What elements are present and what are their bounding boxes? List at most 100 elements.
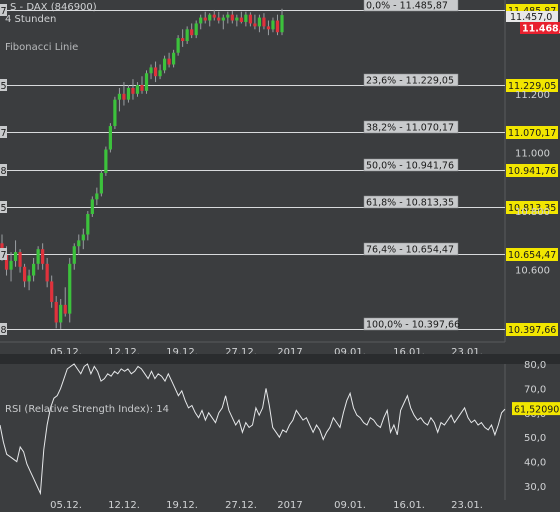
candle-body	[95, 193, 99, 200]
rsi-tick-label: 40,0	[524, 458, 546, 469]
fibonacci-label: 50,0% - 10.941,76	[366, 161, 454, 172]
candle-body	[86, 213, 90, 235]
candle-body	[108, 126, 112, 150]
candle-body	[144, 73, 149, 91]
x-tick-label: 12.12.	[108, 500, 140, 511]
last-price-label: 11.468,5	[522, 24, 560, 35]
candle-body	[27, 275, 31, 282]
candle-body	[13, 252, 18, 261]
candle-body	[117, 93, 122, 100]
candle-body	[244, 14, 248, 22]
left-edge-label: 8	[1, 166, 7, 177]
candle-body	[167, 58, 171, 65]
candle-body	[226, 14, 230, 18]
candle-body	[72, 246, 76, 264]
candle-body	[77, 240, 81, 247]
candle-body	[81, 234, 85, 241]
candle-body	[253, 23, 257, 27]
candle-body	[162, 58, 167, 71]
candle-body	[275, 20, 280, 33]
x-tick-label: 05.12.	[50, 500, 82, 511]
x-tick-label: 27.12.	[225, 500, 257, 511]
y-tick-label: 11.200	[515, 90, 550, 101]
left-edge-label: 7	[1, 128, 7, 139]
rsi-title: RSI (Relative Strength Index): 14	[5, 404, 169, 415]
candle-body	[99, 172, 103, 194]
candle-body	[262, 17, 266, 27]
y-tick-label: 11.000	[515, 148, 550, 159]
candle-body	[280, 15, 284, 33]
candle-body	[131, 87, 135, 94]
candle-body	[172, 52, 176, 65]
candle-body	[212, 14, 216, 18]
candle-body	[235, 17, 239, 21]
candle-body	[208, 14, 212, 21]
candle-body	[32, 263, 36, 276]
x-tick-label: 2017	[277, 500, 302, 511]
y-tick-label: 10.600	[515, 266, 550, 277]
candle-body	[158, 70, 162, 77]
candle-body	[185, 29, 189, 42]
candle-body	[257, 17, 262, 27]
candle-body	[181, 38, 185, 42]
rsi-tick-label: 50,0	[524, 433, 546, 444]
candle-body	[18, 252, 22, 267]
candle-body	[194, 23, 198, 36]
fibonacci-price-label: 10.941,76	[508, 166, 556, 177]
fibonacci-label: 23,6% - 11.229,05	[366, 76, 454, 87]
candle-body	[68, 263, 72, 314]
chart-window: 0,0% - 11.485,87 7 23,6% - 11.229,05 5 38,2%…	[0, 0, 560, 512]
candle-body	[271, 20, 275, 30]
candle-body	[50, 281, 54, 302]
left-edge-label: 5	[1, 81, 7, 92]
candle-body	[266, 26, 271, 30]
candle-body	[113, 99, 117, 127]
candle-body	[221, 17, 225, 21]
candle-body	[230, 14, 234, 21]
candle-body	[41, 249, 45, 264]
candle-body	[104, 149, 108, 173]
left-edge-label: 8	[1, 325, 7, 336]
candle-body	[54, 301, 58, 323]
candle-body	[122, 93, 126, 100]
candle-body	[135, 85, 140, 94]
pane-separator[interactable]	[0, 354, 560, 364]
left-edge-label: 5	[1, 203, 7, 214]
fibonacci-label: 100,0% - 10.397,66	[366, 320, 460, 331]
left-edge-label: 7	[1, 250, 7, 261]
y-tick-label: 10.800	[515, 207, 550, 218]
candle-body	[239, 17, 243, 22]
candle-body	[203, 17, 207, 21]
candle-body	[153, 67, 158, 77]
candle-body	[59, 304, 63, 323]
fibonacci-label: 38,2% - 11.070,17	[366, 123, 454, 134]
chart-svg: 0,0% - 11.485,87 7 23,6% - 11.229,05 5 38,2%…	[0, 0, 560, 512]
rsi-tick-label: 30,0	[524, 482, 546, 493]
candle-body	[149, 67, 153, 74]
candle-body	[90, 199, 94, 214]
candle-body	[9, 260, 13, 270]
candle-body	[63, 304, 67, 314]
x-tick-label: 09.01.	[334, 500, 366, 511]
candle-body	[126, 87, 131, 100]
chart-title: S - DAX (846900)	[10, 2, 97, 13]
candle-body	[199, 17, 203, 24]
fibonacci-price-label: 10.397,66	[508, 325, 556, 336]
candle-body	[22, 266, 27, 282]
fibonacci-price-label: 10.654,47	[508, 250, 556, 261]
x-tick-label: 19.12.	[166, 500, 198, 511]
candle-body	[217, 17, 221, 21]
fibonacci-study-label: Fibonacci Linie	[5, 42, 78, 53]
interval-label: 4 Stunden	[5, 14, 56, 25]
rsi-tick-label: 70,0	[524, 384, 546, 395]
x-tick-label: 16.01.	[393, 500, 425, 511]
candle-body	[190, 29, 194, 36]
fibonacci-price-label: 11.070,17	[508, 128, 556, 139]
candle-body	[176, 38, 180, 53]
price-label: 11.457,0	[510, 12, 552, 23]
candle-body	[248, 14, 252, 24]
x-tick-label: 23.01.	[451, 500, 483, 511]
rsi-value-label: 61,52090	[514, 405, 559, 416]
fibonacci-label: 61,8% - 10.813,35	[366, 198, 454, 209]
candle-body	[45, 263, 49, 282]
